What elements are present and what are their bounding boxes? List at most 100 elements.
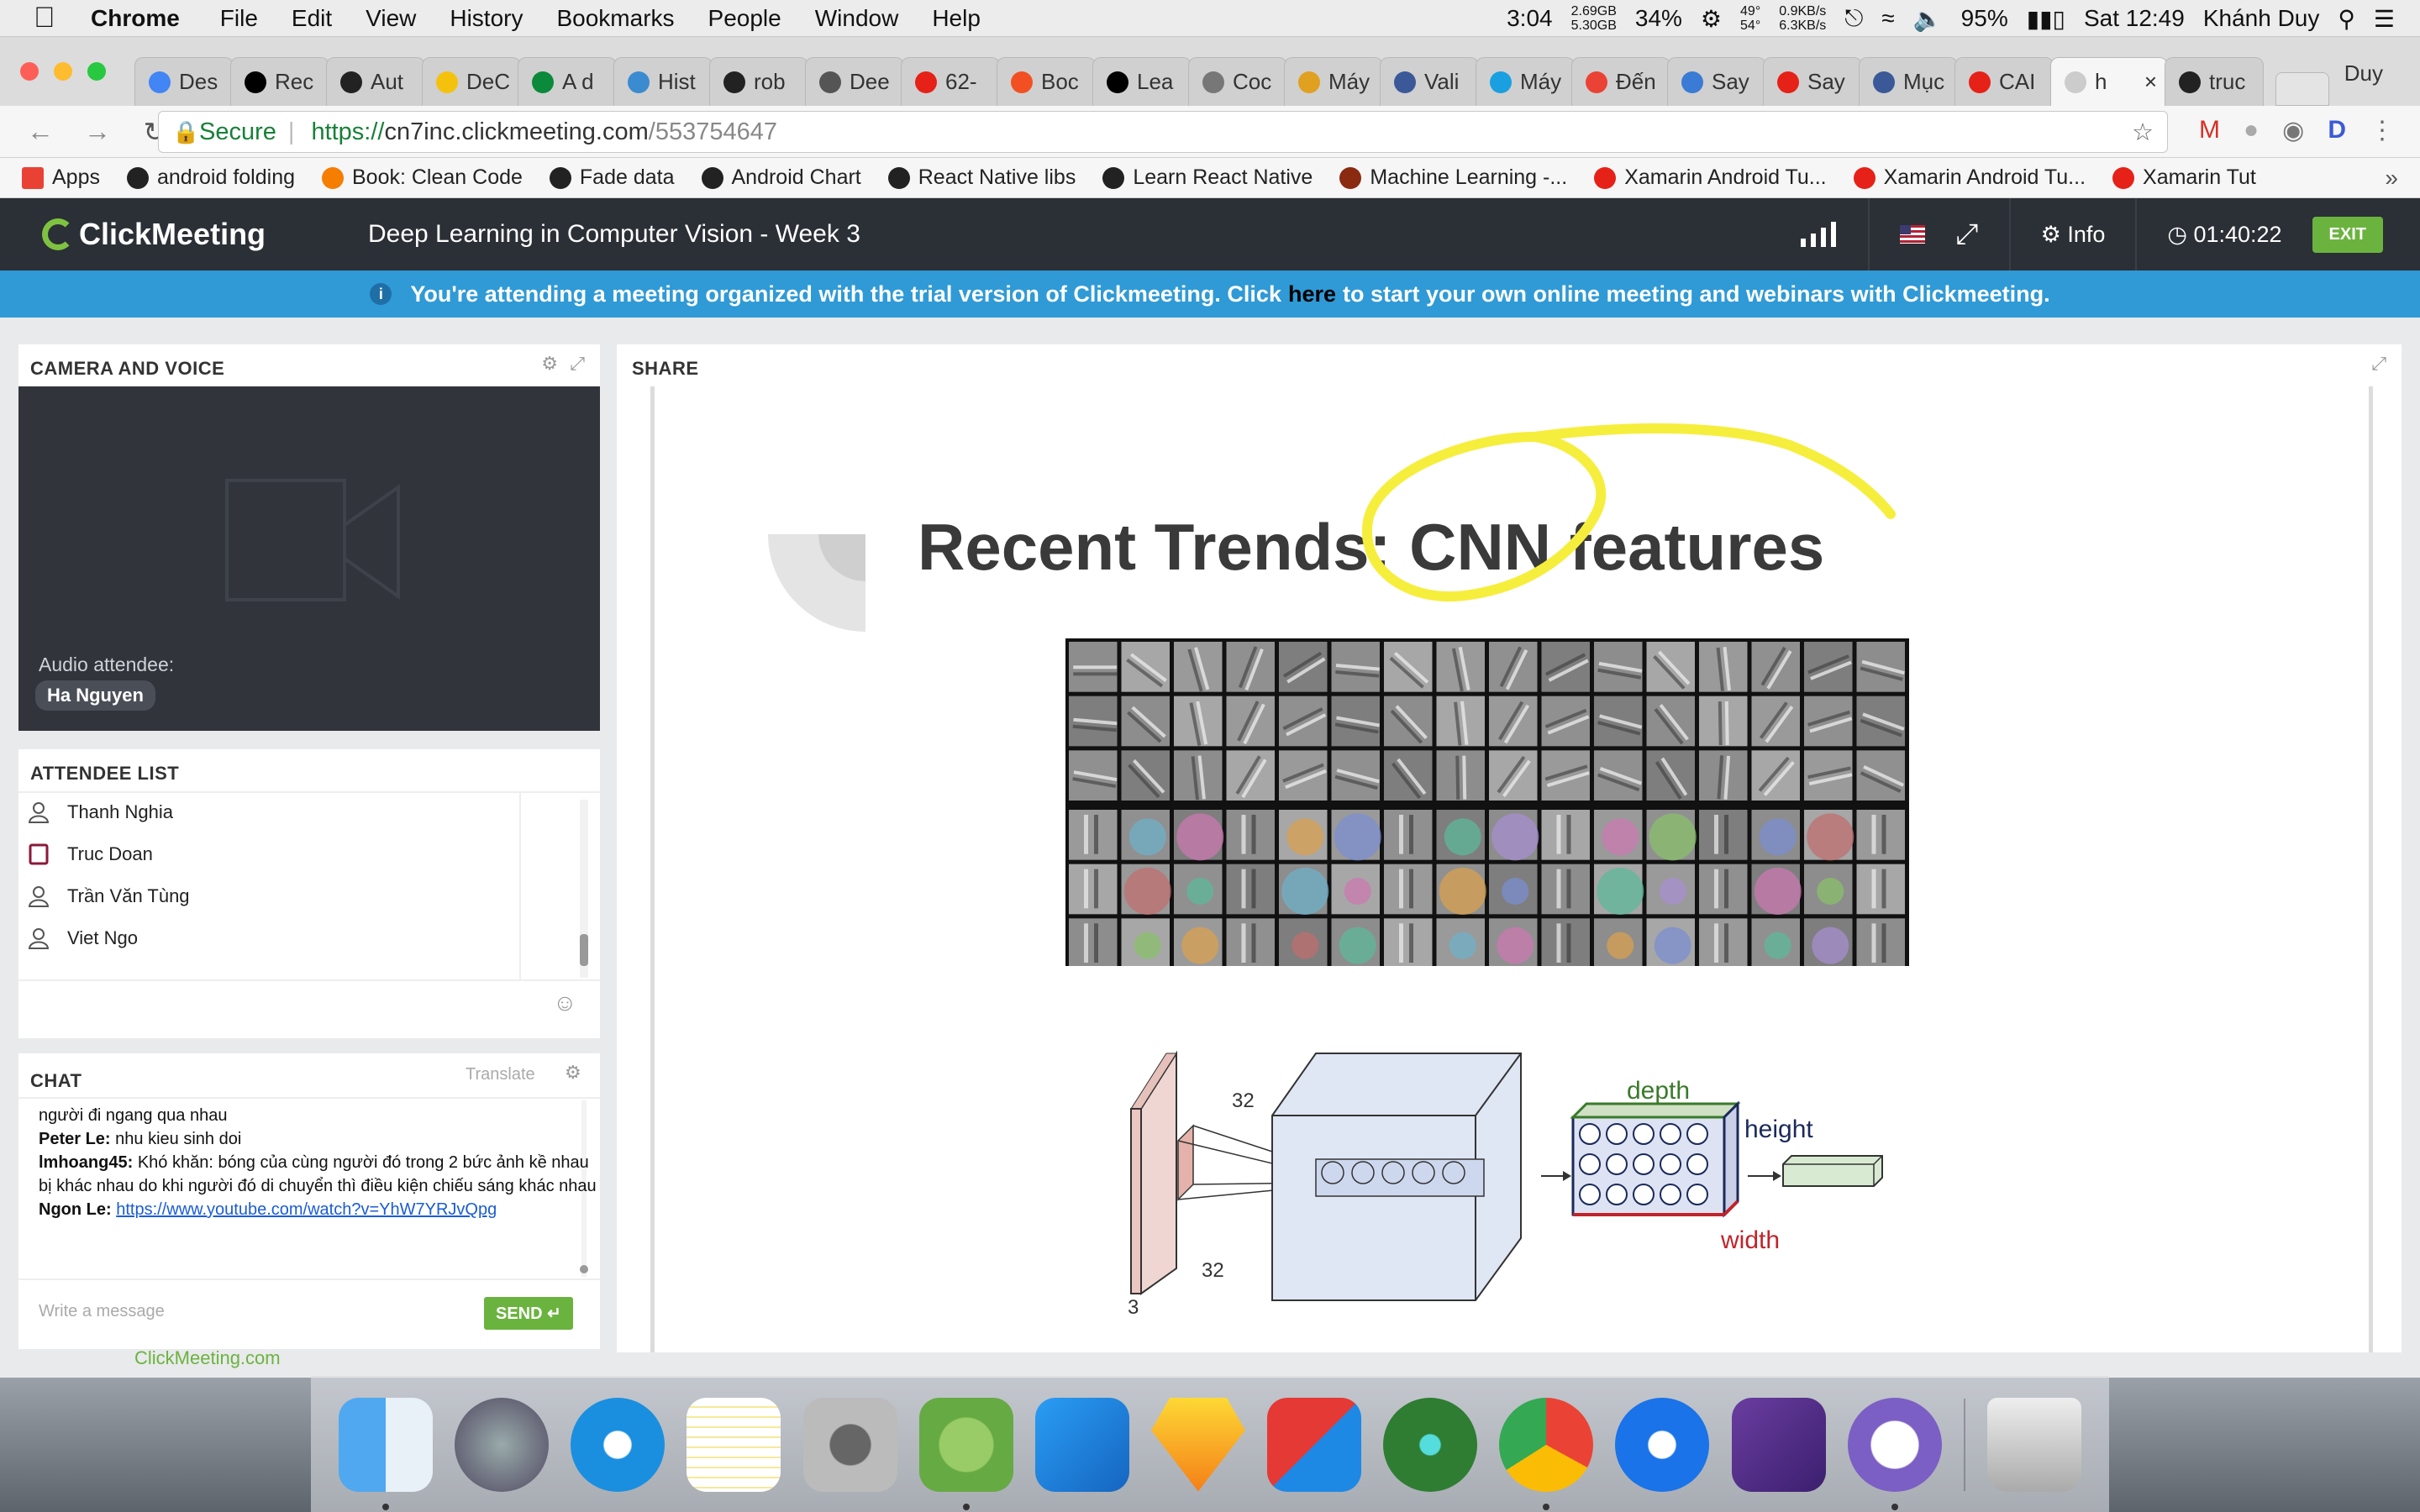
browser-tab[interactable]: 62-: [901, 57, 1000, 106]
wifi-icon[interactable]: ≈: [1881, 5, 1894, 32]
vmware-icon[interactable]: [1267, 1397, 1362, 1492]
browser-tab[interactable]: Máy: [1476, 57, 1575, 106]
battery-icon[interactable]: ▮▮▯: [2027, 5, 2065, 33]
zoom-window-button[interactable]: [87, 62, 106, 81]
launchpad-icon[interactable]: [455, 1397, 550, 1492]
attendee-item[interactable]: Viet Ngo: [29, 927, 138, 949]
extension-dot-icon[interactable]: ●: [2244, 116, 2259, 145]
share-expand-icon[interactable]: ⤢: [2371, 353, 2386, 375]
browser-tab[interactable]: Coc: [1188, 57, 1287, 106]
bookmark-item[interactable]: Learn React Native: [1102, 165, 1313, 190]
browser-tab[interactable]: A d: [518, 57, 617, 106]
minimize-window-button[interactable]: [54, 62, 72, 81]
bookmark-item[interactable]: React Native libs: [887, 165, 1076, 190]
new-tab-button[interactable]: [2275, 72, 2329, 106]
camera-settings-icon[interactable]: ⚙: [541, 353, 558, 375]
browser-tab[interactable]: Aut: [326, 57, 425, 106]
browser-tab[interactable]: Vali: [1380, 57, 1479, 106]
browser-tab[interactable]: Mục: [1859, 57, 1958, 106]
attendee-item[interactable]: Thanh Nghia: [29, 801, 173, 823]
notification-center-icon[interactable]: ☰: [2374, 5, 2395, 33]
menu-people[interactable]: People: [708, 5, 781, 31]
browser-tab[interactable]: Hist: [613, 57, 713, 106]
exit-button[interactable]: EXIT: [2312, 216, 2383, 253]
chrome-menu-icon[interactable]: ⋮: [2370, 116, 2395, 145]
bookmark-item[interactable]: Machine Learning -...: [1339, 165, 1567, 190]
tab-close-icon[interactable]: ×: [2144, 69, 2157, 95]
browser-tab[interactable]: CAI: [1954, 57, 2054, 106]
attendee-item[interactable]: Truc Doan: [29, 843, 153, 865]
attendee-scroll-thumb[interactable]: [580, 934, 588, 966]
browser-tab[interactable]: Say: [1667, 57, 1766, 106]
browser-tab[interactable]: rob: [709, 57, 808, 106]
atom-icon[interactable]: [1383, 1397, 1478, 1492]
battery-percent[interactable]: 95%: [1961, 5, 2008, 32]
bluetooth-icon[interactable]: ⎋: [1844, 5, 1863, 33]
attendee-scrollbar[interactable]: [580, 800, 588, 978]
itunes-icon[interactable]: [571, 1397, 666, 1492]
trash-icon[interactable]: [1986, 1397, 2081, 1492]
menu-app-name[interactable]: Chrome: [91, 5, 180, 32]
close-window-button[interactable]: [20, 62, 39, 81]
trial-here-link[interactable]: here: [1288, 281, 1336, 307]
xcode-icon[interactable]: [1034, 1397, 1129, 1492]
visual-studio-icon[interactable]: [1731, 1397, 1826, 1492]
notes-icon[interactable]: [687, 1397, 781, 1492]
browser-tab[interactable]: truc: [2165, 57, 2264, 106]
camera-expand-icon[interactable]: ⤢: [570, 353, 585, 375]
spotlight-search-icon[interactable]: ⚲: [2338, 5, 2355, 33]
bookmark-item[interactable]: Fade data: [549, 165, 675, 190]
browser-tab[interactable]: Đến: [1571, 57, 1670, 106]
us-flag-icon[interactable]: [1900, 225, 1926, 244]
browser-tab[interactable]: Lea: [1092, 57, 1192, 106]
d-extension-icon[interactable]: D: [2328, 116, 2346, 145]
address-bar[interactable]: 🔒 Secure | https://cn7inc.clickmeeting.c…: [158, 111, 2168, 153]
system-preferences-icon[interactable]: [802, 1397, 897, 1492]
gmail-extension-icon[interactable]: M: [2199, 116, 2220, 145]
menu-edit[interactable]: Edit: [292, 5, 332, 31]
finder-icon[interactable]: [339, 1397, 434, 1510]
back-icon[interactable]: ←: [24, 116, 57, 147]
browser-tab[interactable]: h ×: [2050, 57, 2168, 106]
browser-tab[interactable]: Dee: [805, 57, 904, 106]
url-text[interactable]: https://cn7inc.clickmeeting.com/55375464…: [311, 118, 777, 146]
bookmark-star-icon[interactable]: ☆: [2132, 118, 2154, 147]
chrome-icon[interactable]: [1499, 1397, 1594, 1510]
bookmark-item[interactable]: android folding: [126, 165, 295, 190]
forward-icon[interactable]: →: [81, 116, 114, 147]
volume-icon[interactable]: 🔈: [1913, 5, 1943, 33]
menu-history[interactable]: History: [450, 5, 523, 31]
menu-help[interactable]: Help: [932, 5, 981, 31]
bookmark-item[interactable]: Xamarin Android Tu...: [1853, 165, 2086, 190]
fullscreen-icon[interactable]: ⤢: [1955, 218, 1978, 251]
bookmark-item[interactable]: Android Chart: [701, 165, 861, 190]
clickmeeting-link[interactable]: ClickMeeting.com: [134, 1347, 281, 1369]
gear-icon[interactable]: ⚙: [1701, 5, 1722, 33]
battery-time[interactable]: 3:04: [1507, 5, 1553, 32]
menu-view[interactable]: View: [366, 5, 416, 31]
android-studio-icon[interactable]: [918, 1397, 1013, 1510]
signal-strength-icon[interactable]: [1801, 222, 1838, 247]
send-button[interactable]: SEND ↵: [484, 1297, 573, 1330]
bulb-extension-icon[interactable]: ◉: [2282, 116, 2304, 145]
menu-file[interactable]: File: [220, 5, 258, 31]
translate-button[interactable]: Translate: [466, 1065, 535, 1084]
browser-tab[interactable]: DeC: [422, 57, 521, 106]
chat-settings-icon[interactable]: ⚙: [565, 1062, 581, 1084]
menu-clock[interactable]: Sat 12:49: [2084, 5, 2185, 32]
chat-message-input[interactable]: Write a message: [39, 1302, 165, 1321]
bookmark-item[interactable]: Xamarin Tut: [2112, 165, 2256, 190]
browser-tab[interactable]: Say: [1763, 57, 1862, 106]
bookmark-item[interactable]: Book: Clean Code: [322, 165, 523, 190]
browser-tab[interactable]: Des: [134, 57, 234, 106]
1password-icon[interactable]: [1615, 1397, 1710, 1492]
bookmarks-overflow-icon[interactable]: »: [2385, 165, 2398, 192]
bookmark-item[interactable]: Xamarin Android Tu...: [1594, 165, 1827, 190]
sketch-icon[interactable]: [1150, 1397, 1245, 1492]
bookmark-item[interactable]: Apps: [22, 165, 100, 190]
cpu-readout[interactable]: 34%: [1635, 5, 1682, 32]
menu-bookmarks[interactable]: Bookmarks: [556, 5, 674, 31]
audio-attendee-chip[interactable]: Ha Nguyen: [35, 680, 155, 711]
chat-link[interactable]: https://www.youtube.com/watch?v=YhW7YRJv…: [116, 1200, 497, 1219]
browser-tab[interactable]: Boc: [997, 57, 1096, 106]
